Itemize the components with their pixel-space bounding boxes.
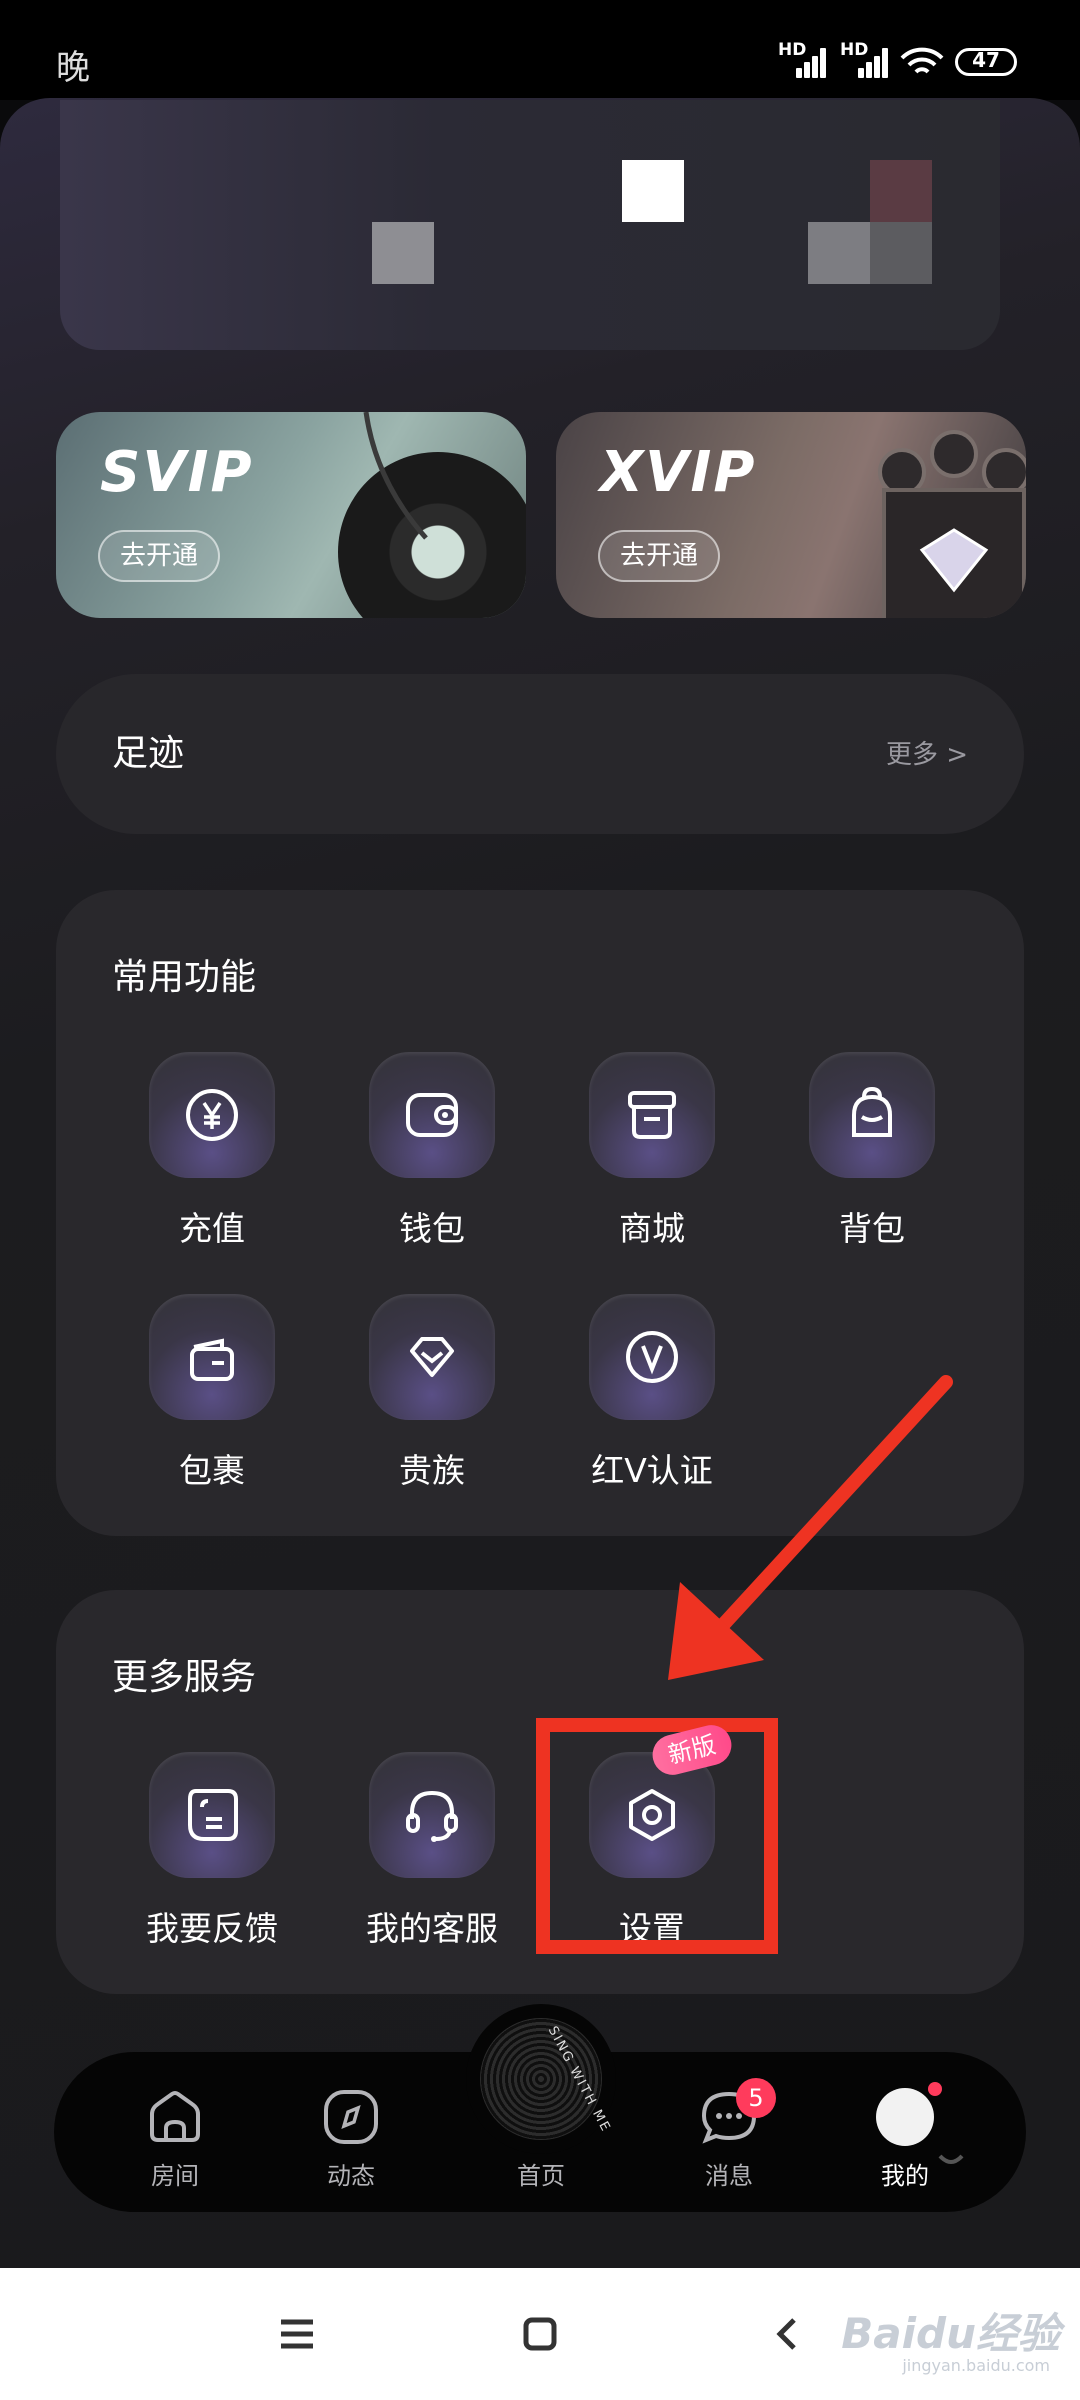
back-icon[interactable] — [766, 2312, 810, 2356]
footprint-title: 足迹 — [112, 733, 185, 774]
menu-icon[interactable] — [275, 2312, 319, 2356]
function-label: 商城 — [619, 1209, 685, 1248]
function-backpack[interactable]: 背包 — [762, 1052, 982, 1252]
status-time: 晚 — [56, 48, 90, 88]
tab-label: 消息 — [705, 2162, 753, 2190]
tab-mine[interactable]: 我的 — [830, 2052, 980, 2212]
sim1-label: HD — [778, 40, 807, 60]
tab-label: 首页 — [517, 2162, 565, 2190]
baidu-watermark: Baidu经验 — [841, 2309, 1060, 2358]
svip-title: SVIP — [100, 440, 254, 505]
function-label: 贵族 — [399, 1451, 465, 1490]
function-noble[interactable]: 贵族 — [322, 1294, 542, 1494]
xvip-open-button[interactable]: 去开通 — [598, 530, 720, 582]
tab-label: 房间 — [151, 2162, 199, 2190]
battery-level: 47 — [972, 48, 1000, 72]
service-feedback[interactable]: 我要反馈 — [102, 1752, 322, 1952]
feedback-icon — [149, 1752, 275, 1878]
signal-icon: HD — [778, 40, 826, 78]
store-icon — [589, 1052, 715, 1178]
baidu-watermark-url: jingyan.baidu.com — [902, 2356, 1050, 2375]
function-store[interactable]: 商城 — [542, 1052, 762, 1252]
compass-icon — [324, 2090, 378, 2144]
tab-label: 动态 — [327, 2162, 375, 2190]
service-label: 我要反馈 — [146, 1909, 278, 1948]
sim2-label: HD — [840, 40, 869, 60]
tab-room[interactable]: 房间 — [100, 2052, 250, 2212]
tab-messages[interactable]: 5 消息 — [654, 2052, 804, 2212]
xvip-title: XVIP — [600, 440, 757, 505]
system-nav-bar: Baidu经验 jingyan.baidu.com — [0, 2268, 1080, 2400]
signal-icon: HD — [840, 40, 888, 78]
function-label: 包裹 — [179, 1451, 245, 1490]
tab-moments[interactable]: 动态 — [276, 2052, 426, 2212]
tab-label: 我的 — [881, 2162, 929, 2190]
house-icon — [150, 2091, 200, 2142]
backpack-icon — [809, 1052, 935, 1178]
xvip-card[interactable]: XVIP 去开通 — [556, 412, 1026, 618]
crown-diamond-icon — [878, 430, 1026, 618]
footprint-more-link[interactable]: 更多 > — [886, 734, 968, 771]
service-customer-support[interactable]: 我的客服 — [322, 1752, 542, 1952]
more-services-title: 更多服务 — [112, 1657, 257, 1698]
footprint-row[interactable]: 足迹 更多 > — [56, 674, 1024, 834]
headset-icon — [369, 1752, 495, 1878]
noble-gem-icon — [369, 1294, 495, 1420]
yuan-coin-icon — [149, 1052, 275, 1178]
wallet-icon — [369, 1052, 495, 1178]
service-label: 我的客服 — [366, 1909, 498, 1948]
function-package[interactable]: 包裹 — [102, 1294, 322, 1494]
wifi-icon — [900, 47, 944, 74]
status-bar: 晚 HD HD 47 — [0, 0, 1080, 100]
svip-open-button[interactable]: 去开通 — [98, 530, 220, 582]
record-disc-icon[interactable]: SING WITH ME — [466, 2004, 616, 2154]
function-label: 充值 — [179, 1209, 245, 1248]
function-recharge[interactable]: 充值 — [102, 1052, 322, 1252]
tonearm-icon — [363, 412, 428, 540]
function-label: 背包 — [839, 1209, 905, 1248]
profile-header[interactable] — [60, 100, 1000, 350]
function-label: 钱包 — [399, 1209, 465, 1248]
home-icon[interactable] — [518, 2312, 562, 2356]
avatar-icon — [876, 2088, 964, 2164]
annotation-arrow — [668, 1375, 953, 1680]
battery-icon: 47 — [955, 48, 1017, 76]
common-functions-title: 常用功能 — [112, 957, 257, 998]
notification-dot — [928, 2082, 942, 2096]
function-wallet[interactable]: 钱包 — [322, 1052, 542, 1252]
package-icon — [149, 1294, 275, 1420]
svip-card[interactable]: SVIP 去开通 — [56, 412, 526, 618]
message-count-badge: 5 — [736, 2078, 776, 2118]
